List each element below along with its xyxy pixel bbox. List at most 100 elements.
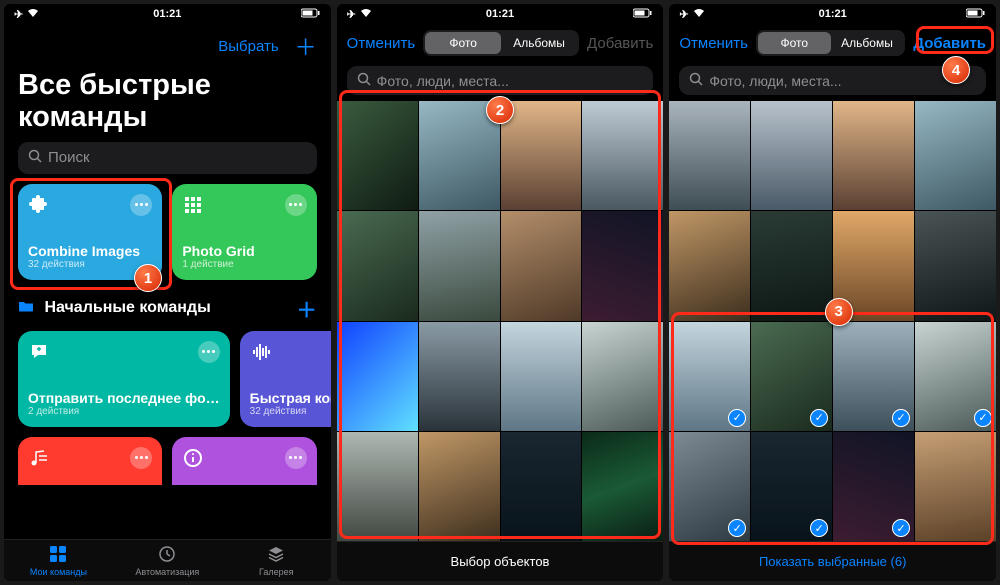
photo-cell[interactable] [501,101,582,210]
folder-icon [18,299,38,316]
tab-Галерея[interactable]: Галерея [222,540,331,581]
shortcut-card[interactable]: Быстрая команда Shaz… 32 действия [240,331,331,427]
photo-cell[interactable] [751,101,832,210]
photo-cell[interactable] [582,211,663,320]
photo-cell[interactable] [833,101,914,210]
card-sublabel: 32 действия [250,406,331,417]
shortcut-card[interactable]: Отправить последнее фо… 2 действия [18,331,230,427]
card-sublabel: 1 действие [182,259,306,270]
more-icon[interactable] [198,341,220,363]
photo-cell[interactable] [833,211,914,320]
photo-cell[interactable] [669,211,750,320]
segment-albums[interactable]: Альбомы [831,32,904,54]
photo-cell[interactable] [337,101,418,210]
photo-cell[interactable] [419,101,500,210]
select-button[interactable]: Выбрать [218,38,278,55]
segment-albums[interactable]: Альбомы [501,32,577,54]
card-label: Быстрая команда Shaz… [250,390,331,406]
segment-control[interactable]: Фото Альбомы [756,30,905,56]
photo-cell[interactable] [669,101,750,210]
status-time: 01:21 [153,8,181,20]
grid4-icon [49,545,67,565]
show-selected-button[interactable]: Показать выбранные (6) [669,541,996,581]
photo-cell[interactable]: ✓ [751,432,832,541]
segment-control[interactable]: Фото Альбомы [423,30,579,56]
puzzle-icon [28,194,50,216]
airplane-icon: ✈ [679,8,688,21]
search-input[interactable]: Фото, люди, места... [347,66,654,95]
status-bar: ✈ 01:21 [337,4,664,24]
tab-label: Галерея [259,567,294,577]
segment-photo[interactable]: Фото [758,32,831,54]
add-button[interactable]: Добавить [913,35,986,52]
battery-icon [633,8,653,21]
more-icon[interactable] [130,447,152,469]
search-icon [689,72,703,89]
add-shortcut-button[interactable]: ＋ [295,30,317,62]
grid-icon [182,194,204,216]
chat-plus-icon [28,341,50,363]
photo-cell[interactable]: ✓ [669,322,750,431]
photo-cell[interactable]: ✓ [915,322,996,431]
more-icon[interactable] [130,194,152,216]
airplane-icon: ✈ [14,8,23,21]
photo-cell[interactable]: ✓ [751,322,832,431]
photo-cell[interactable] [915,101,996,210]
photo-cell[interactable] [582,322,663,431]
photo-cell[interactable] [501,432,582,541]
search-input[interactable]: Фото, люди, места... [679,66,986,95]
shortcut-card[interactable]: Photo Grid 1 действие [172,184,316,280]
status-time: 01:21 [819,8,847,20]
tab-Мои команды[interactable]: Мои команды [4,540,113,581]
search-icon [357,72,371,89]
search-icon [28,149,42,167]
photo-cell[interactable] [419,211,500,320]
photo-cell[interactable] [419,322,500,431]
photo-cell[interactable] [582,101,663,210]
info-icon [182,447,204,469]
photo-cell[interactable] [751,211,832,320]
tab-Автоматизация[interactable]: Автоматизация [113,540,222,581]
more-icon[interactable] [285,194,307,216]
more-icon[interactable] [285,447,307,469]
cancel-button[interactable]: Отменить [679,35,748,52]
card-sublabel: 2 действия [28,406,220,417]
photo-cell[interactable] [915,432,996,541]
photo-cell[interactable] [337,432,418,541]
check-icon: ✓ [974,409,992,427]
photo-cell[interactable]: ✓ [833,322,914,431]
photo-cell[interactable] [501,211,582,320]
shortcut-card[interactable]: Что такое [172,437,316,485]
nav-bar: Выбрать ＋ [4,24,331,68]
photo-cell[interactable]: ✓ [833,432,914,541]
tab-label: Мои команды [30,567,87,577]
tab-label: Автоматизация [135,567,199,577]
shortcuts-row-1: Combine Images 32 действия Photo Grid 1 … [4,184,331,290]
photo-cell[interactable] [337,322,418,431]
check-icon: ✓ [810,409,828,427]
photo-cell[interactable] [419,432,500,541]
wifi-icon [693,8,705,21]
clock-icon [158,545,176,565]
photo-grid: ✓✓✓✓✓✓✓ [669,101,996,541]
search-placeholder: Поиск [48,149,90,166]
shortcut-card[interactable]: Combine Images 32 действия [18,184,162,280]
card-label: Отправить последнее фо… [28,390,220,406]
music-list-icon [28,447,50,469]
photo-cell[interactable] [337,211,418,320]
photo-cell[interactable] [501,322,582,431]
add-button[interactable]: Добавить [587,35,653,52]
screen-photo-picker: ✈ 01:21 Отменить Фото Альбомы Добавить Ф… [337,4,664,581]
photo-cell[interactable] [582,432,663,541]
segment-photo[interactable]: Фото [425,32,501,54]
section-add-button[interactable]: ＋ [297,294,317,323]
bottom-bar: Выбор объектов [337,541,664,581]
picker-nav: Отменить Фото Альбомы Добавить [669,24,996,62]
photo-cell[interactable]: ✓ [669,432,750,541]
status-bar: ✈ 01:21 [669,4,996,24]
search-input[interactable]: Поиск [18,142,317,174]
cancel-button[interactable]: Отменить [347,35,416,52]
shortcut-card[interactable]: Музыкальная [18,437,162,485]
section-header: Начальные команды ＋ [4,290,331,331]
photo-cell[interactable] [915,211,996,320]
